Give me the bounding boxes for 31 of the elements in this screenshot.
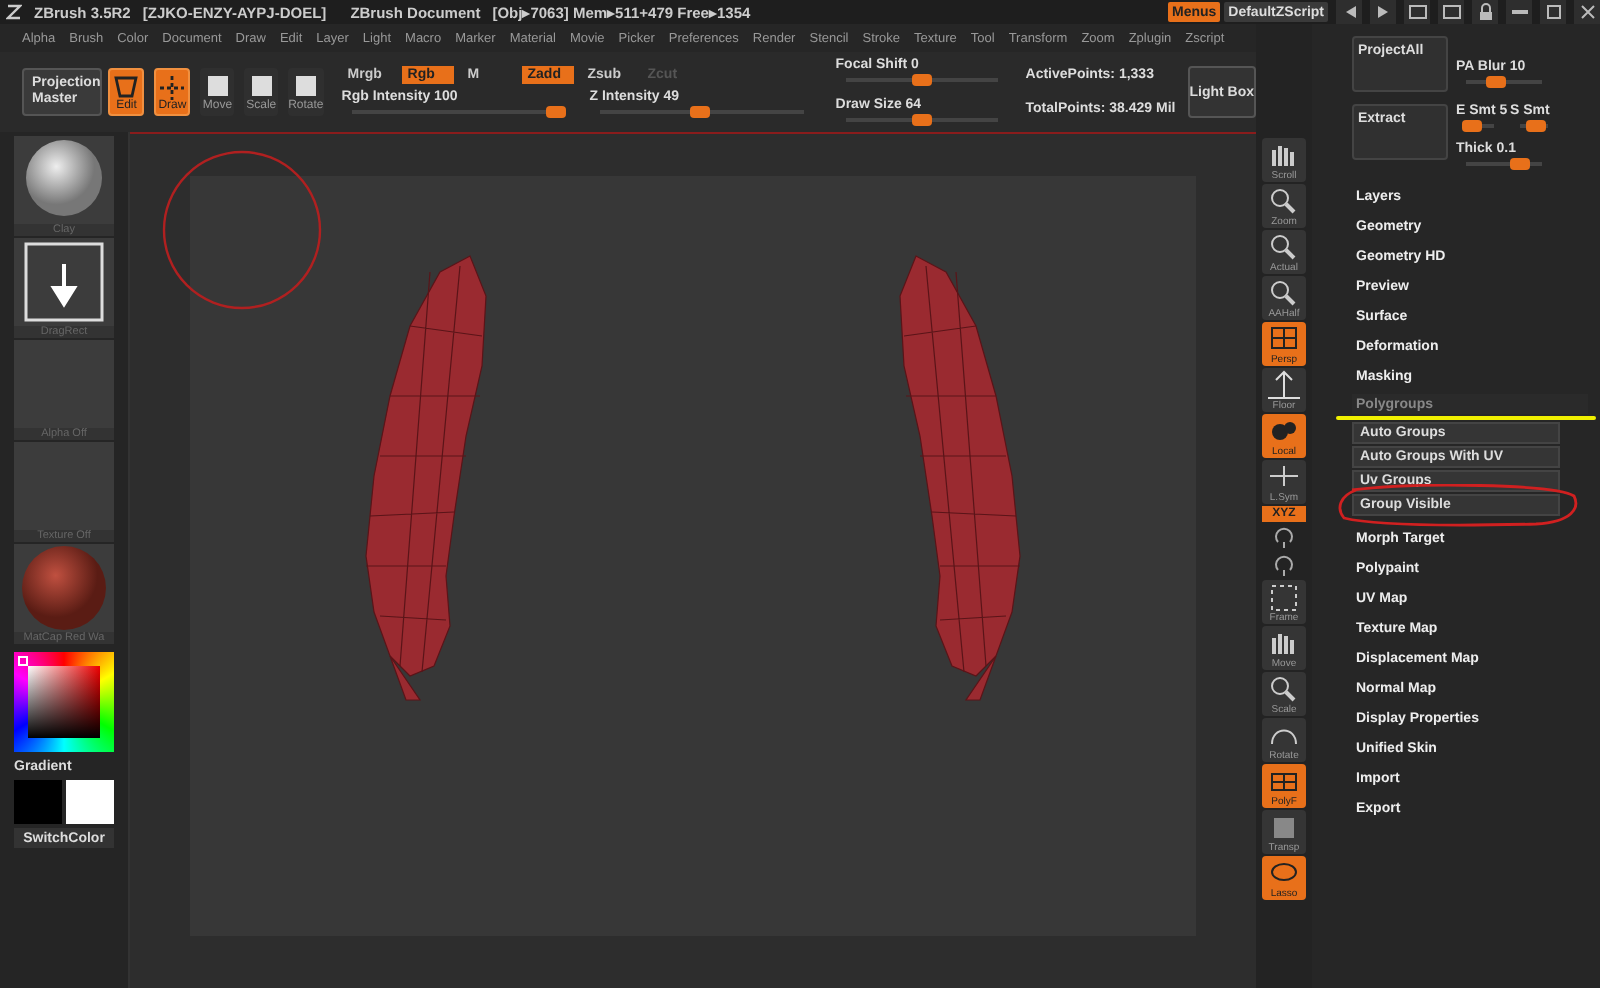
axes-icon [1266,460,1302,492]
slider-thumb[interactable] [911,114,932,126]
layout-button[interactable] [1438,0,1464,24]
slider-thumb[interactable] [911,74,932,86]
dashed-frame-icon [1266,580,1302,612]
slider-thumb[interactable] [1461,120,1482,132]
restore-button[interactable] [1540,0,1566,24]
floor-icon [1266,368,1302,400]
color-picker[interactable] [14,652,114,752]
layout-icon [1405,0,1429,24]
arrow-left-button[interactable] [1336,0,1362,24]
color-swatch[interactable] [66,780,114,824]
close-icon [1575,0,1599,24]
slider-thumb[interactable] [689,106,710,118]
slider-thumb[interactable] [1486,76,1507,88]
layout-icon [1439,0,1463,24]
close-button[interactable] [1574,0,1600,24]
minimize-button[interactable] [1506,0,1532,24]
crosshair-icon [156,72,189,100]
slider-thumb[interactable] [1526,120,1547,132]
arrow-right-button[interactable] [1370,0,1396,24]
restore-icon [1541,0,1565,24]
lock-button[interactable] [1472,0,1498,24]
layout-button[interactable] [1404,0,1430,24]
slider-thumb[interactable] [1509,158,1530,170]
color-marker-icon [18,656,28,666]
edit-frame-icon [110,72,143,100]
perspective-grid-icon [1266,322,1302,354]
color-swatch[interactable] [14,780,62,824]
slider-thumb[interactable] [545,106,566,118]
minimize-icon [1511,10,1527,14]
